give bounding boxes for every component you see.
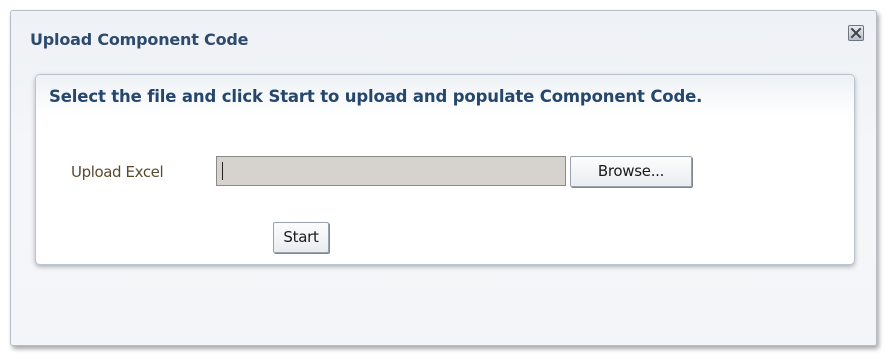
browse-button[interactable]: Browse... xyxy=(570,156,692,187)
dialog-title: Upload Component Code xyxy=(30,30,249,49)
upload-component-code-dialog: Upload Component Code Select the file an… xyxy=(10,10,877,346)
upload-panel: Select the file and click Start to uploa… xyxy=(35,74,855,265)
upload-excel-label: Upload Excel xyxy=(71,163,164,181)
text-caret xyxy=(222,162,223,180)
upload-excel-input[interactable] xyxy=(216,156,566,186)
close-button[interactable] xyxy=(848,25,864,41)
start-button[interactable]: Start xyxy=(273,222,329,253)
panel-header: Select the file and click Start to uploa… xyxy=(36,75,854,115)
close-icon xyxy=(850,27,862,39)
panel-heading: Select the file and click Start to uploa… xyxy=(49,87,703,106)
